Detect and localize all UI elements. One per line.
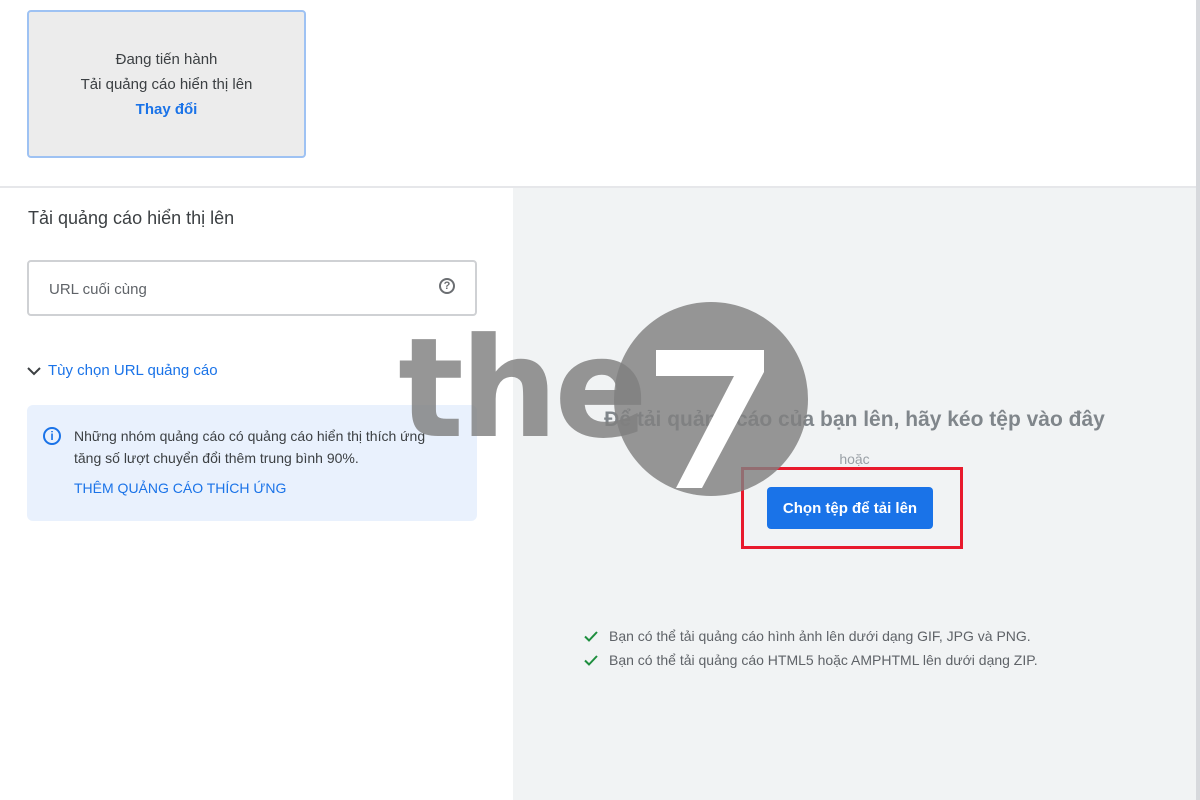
note-item: Bạn có thể tải quảng cáo HTML5 hoặc AMPH…	[583, 648, 1038, 672]
drop-heading: Để tải quảng cáo của bạn lên, hãy kéo tệ…	[604, 408, 1105, 431]
upload-notes: Bạn có thể tải quảng cáo hình ảnh lên dư…	[583, 624, 1038, 672]
window-edge	[1196, 0, 1200, 800]
step-status: Đang tiến hành	[115, 50, 218, 68]
info-card: i Những nhóm quảng cáo có quảng cáo hiển…	[27, 405, 477, 521]
help-icon[interactable]: ?	[439, 278, 455, 294]
step-card: Đang tiến hành Tải quảng cáo hiển thị lê…	[27, 10, 306, 158]
final-url-input[interactable]	[47, 274, 411, 304]
chevron-down-icon	[27, 366, 41, 375]
info-text: Những nhóm quảng cáo có quảng cáo hiển t…	[74, 428, 426, 466]
info-icon: i	[43, 427, 61, 445]
note-text: Bạn có thể tải quảng cáo hình ảnh lên dư…	[609, 628, 1031, 644]
step-title: Tải quảng cáo hiển thị lên	[80, 75, 253, 93]
url-options-toggle[interactable]: Tùy chọn URL quảng cáo	[26, 362, 218, 379]
left-panel: Tải quảng cáo hiển thị lên ? Tùy chọn UR…	[0, 188, 513, 800]
check-icon	[584, 655, 598, 666]
change-link[interactable]: Thay đổi	[136, 101, 198, 118]
url-options-label: Tùy chọn URL quảng cáo	[48, 362, 218, 379]
or-text: hoặc	[839, 451, 870, 467]
panel-title: Tải quảng cáo hiển thị lên	[28, 208, 235, 228]
note-text: Bạn có thể tải quảng cáo HTML5 hoặc AMPH…	[609, 652, 1038, 668]
choose-file-button[interactable]: Chọn tệp để tải lên	[767, 487, 933, 529]
add-responsive-ads-link[interactable]: THÊM QUẢNG CÁO THÍCH ỨNG	[74, 480, 286, 496]
final-url-field[interactable]: ?	[27, 260, 477, 316]
upload-dropzone[interactable]: Để tải quảng cáo của bạn lên, hãy kéo tệ…	[513, 188, 1196, 800]
check-icon	[584, 631, 598, 642]
note-item: Bạn có thể tải quảng cáo hình ảnh lên dư…	[583, 624, 1038, 648]
